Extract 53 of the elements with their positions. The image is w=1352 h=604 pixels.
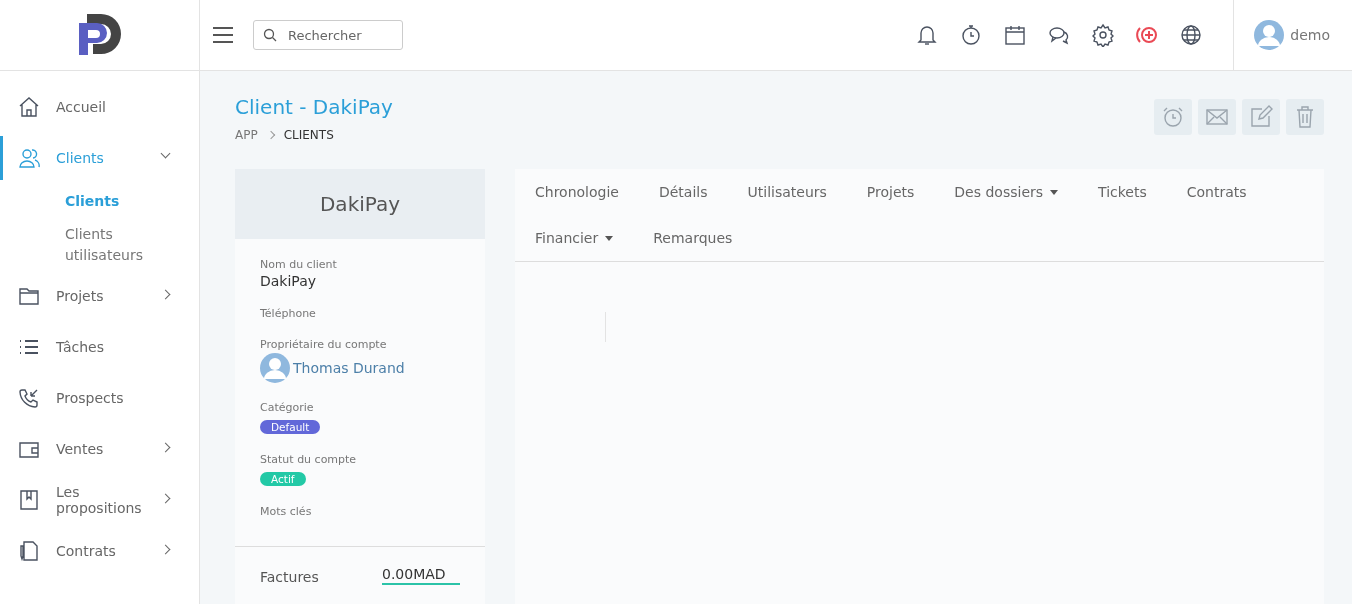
breadcrumb-link[interactable]: APP	[235, 128, 258, 142]
globe-icon[interactable]	[1179, 23, 1204, 47]
field-label: Propriétaire du compte	[260, 338, 388, 351]
alarm-clock-icon	[1161, 105, 1185, 129]
menu-icon[interactable]	[213, 27, 233, 43]
field-label: Mots clés	[260, 505, 313, 518]
sidebar-subitem[interactable]: Clients	[0, 187, 199, 220]
breadcrumb-current: CLIENTS	[283, 128, 334, 142]
tab[interactable]: Remarques	[633, 215, 753, 261]
owner-link[interactable]: Thomas Durand	[293, 360, 405, 376]
caret-icon	[1050, 189, 1059, 195]
sidebar-item[interactable]: Tâches	[0, 325, 199, 369]
tab[interactable]: Tickets	[1078, 169, 1167, 215]
user-name[interactable]: demo	[1290, 27, 1330, 43]
sidebar-item[interactable]: Prospects	[0, 376, 199, 420]
client-name: DakiPay	[319, 192, 401, 216]
sidebar-item[interactable]: Contrats	[0, 529, 199, 573]
tab[interactable]: Des dossiers	[934, 169, 1079, 215]
summary-label: Factures	[260, 569, 319, 585]
sidebar-subitem[interactable]: Clients utilisateurs	[0, 220, 199, 274]
edit-icon	[1249, 105, 1273, 129]
bookmark-icon	[18, 489, 40, 511]
caret-icon	[605, 235, 614, 241]
phone-icon	[18, 387, 40, 409]
tab[interactable]: Contrats	[1166, 169, 1267, 215]
field-label: Nom du client	[260, 258, 338, 271]
settings-icon[interactable]	[1091, 23, 1116, 47]
field-label: Téléphone	[260, 307, 317, 320]
document-icon	[18, 540, 40, 562]
field-label: Catégorie	[260, 401, 315, 414]
status-badge: Default	[260, 420, 321, 434]
tab[interactable]: Projets	[846, 169, 935, 215]
house-icon	[18, 96, 40, 118]
sidebar-item[interactable]: Ventes	[0, 427, 199, 471]
field-label: Statut du compte	[260, 453, 358, 466]
sidebar-item[interactable]: Les propositions	[0, 478, 199, 522]
field-value: DakiPay	[260, 273, 318, 289]
sidebar-item[interactable]: Clients	[0, 136, 199, 180]
summary-value: 0.00MAD	[382, 566, 460, 585]
tab[interactable]: Utilisateurs	[727, 169, 847, 215]
users-icon	[18, 147, 40, 169]
page-title: Client - DakiPay	[235, 95, 393, 119]
sidebar-item[interactable]: Accueil	[0, 85, 199, 129]
status-badge: Actif	[260, 472, 306, 486]
sidebar-item[interactable]: Projets	[0, 274, 199, 318]
folder-icon	[18, 285, 40, 307]
logo-icon	[78, 14, 121, 56]
tab[interactable]: Détails	[638, 169, 728, 215]
search-field[interactable]: Rechercher	[253, 20, 403, 50]
avatar-icon	[260, 353, 290, 383]
calendar-icon[interactable]	[1003, 23, 1028, 47]
tab[interactable]: Financier	[515, 215, 634, 261]
tab[interactable]: Chronologie	[515, 169, 639, 215]
